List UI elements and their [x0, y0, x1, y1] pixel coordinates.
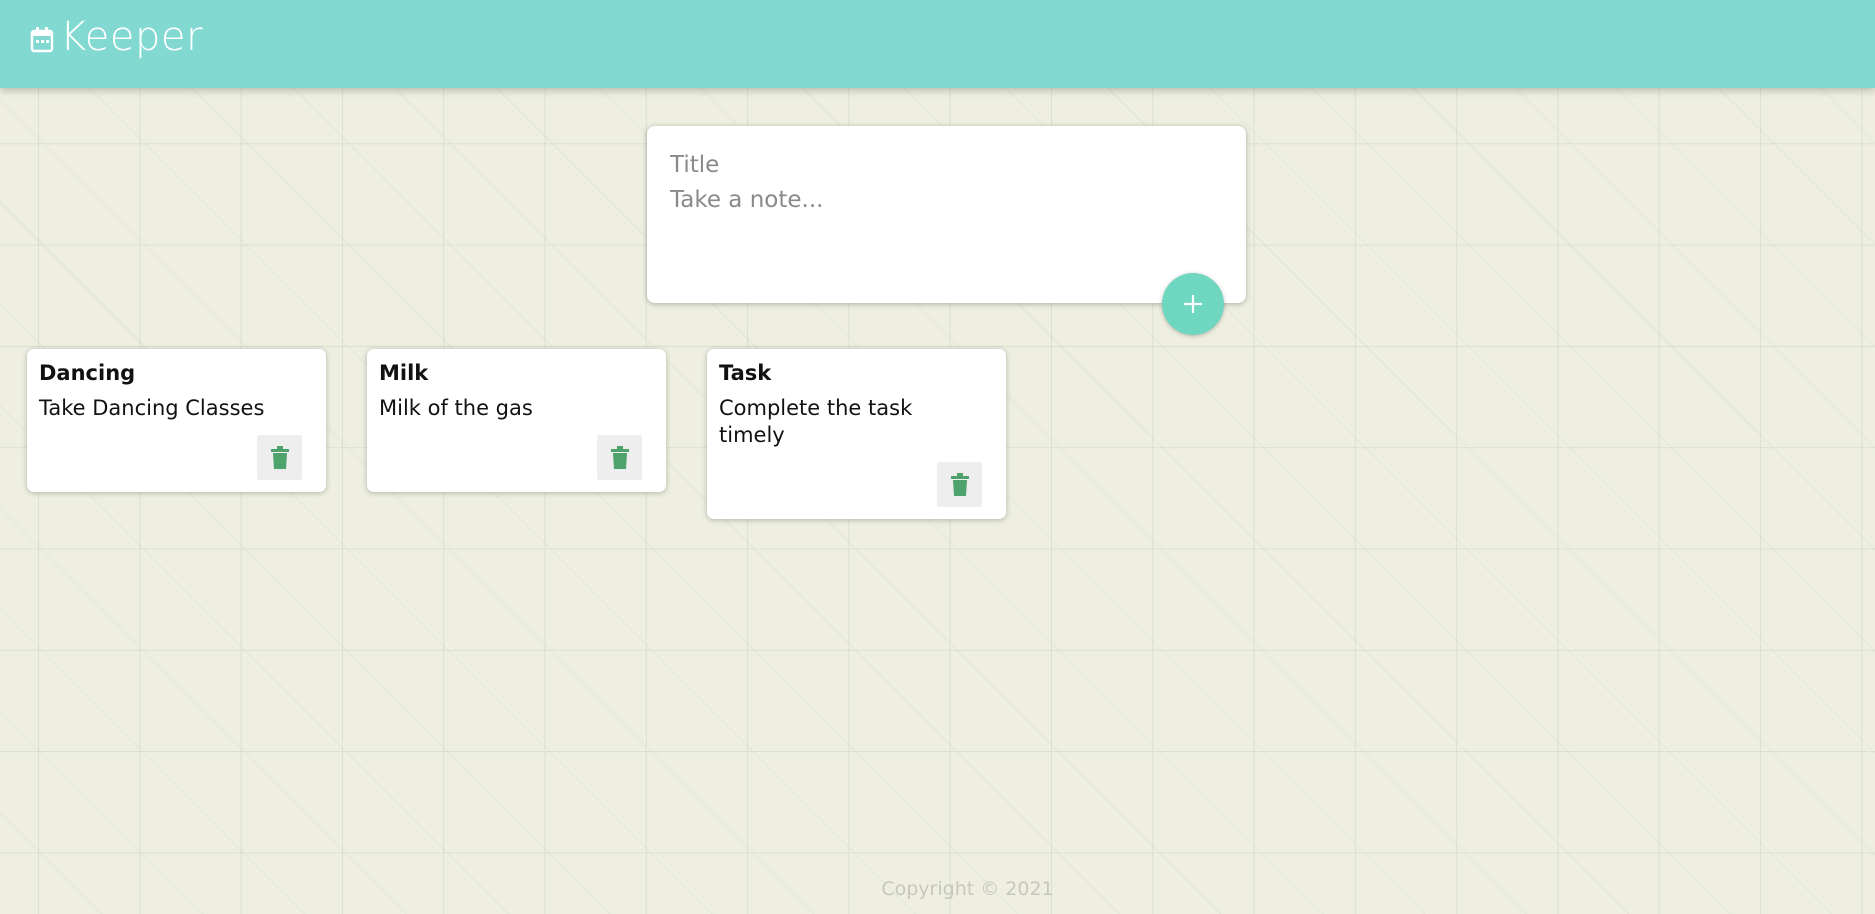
trash-icon [950, 472, 969, 496]
trash-icon [270, 445, 289, 469]
note-content: Milk of the gas [379, 396, 533, 420]
note-title-input[interactable] [670, 149, 1220, 181]
trash-icon [610, 445, 629, 469]
note-title: Task [719, 361, 772, 385]
calendar-icon [30, 27, 54, 53]
app-title: Keeper [60, 14, 203, 60]
note-card: Task Complete the task timely [707, 349, 1006, 519]
footer-copyright: Copyright © 2021 [881, 878, 1054, 900]
plus-icon [1184, 295, 1202, 313]
note-composer [647, 126, 1246, 303]
note-card: Milk Milk of the gas [367, 349, 666, 492]
note-card: Dancing Take Dancing Classes [27, 349, 326, 492]
delete-note-button[interactable] [257, 435, 302, 480]
note-title: Milk [379, 361, 429, 385]
delete-note-button[interactable] [937, 462, 982, 507]
add-note-button[interactable] [1162, 273, 1224, 335]
note-content-input[interactable] [670, 187, 1220, 287]
note-title: Dancing [39, 361, 136, 385]
delete-note-button[interactable] [597, 435, 642, 480]
app-header: Keeper [0, 0, 1875, 88]
note-content: Complete the task timely [719, 396, 913, 447]
note-content: Take Dancing Classes [39, 396, 265, 420]
